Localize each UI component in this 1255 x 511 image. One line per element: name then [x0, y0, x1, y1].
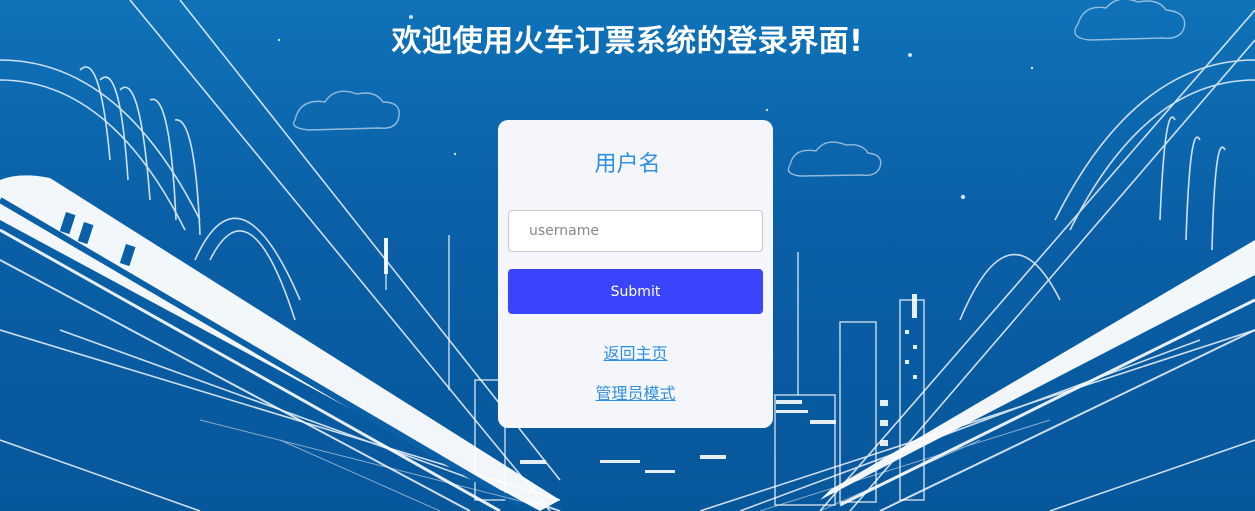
submit-button[interactable]: Submit — [508, 269, 763, 314]
page-title: 欢迎使用火车订票系统的登录界面! — [391, 24, 864, 59]
login-heading: 用户名 — [594, 152, 661, 177]
username-input[interactable] — [508, 210, 763, 252]
return-home-link[interactable]: 返回主页 — [498, 340, 773, 364]
admin-mode-link[interactable]: 管理员模式 — [498, 380, 773, 404]
cloud-icon — [292, 90, 400, 131]
